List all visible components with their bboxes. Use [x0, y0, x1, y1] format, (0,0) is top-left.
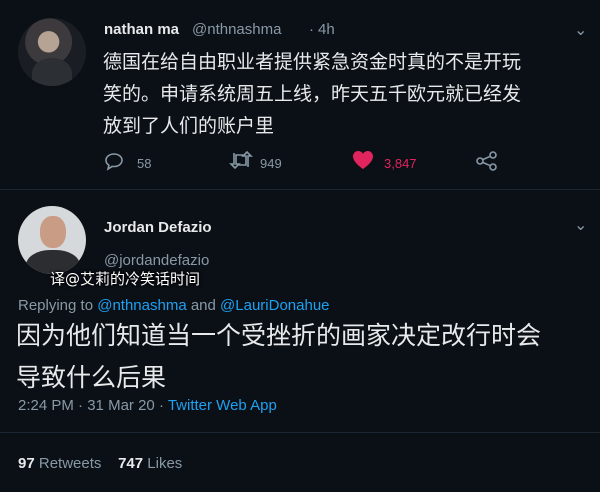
separator-dot: ·	[78, 397, 84, 414]
separator-dot: ·	[158, 397, 164, 414]
watermark-text: 译@艾莉的冷笑话时间	[50, 270, 201, 288]
mention-link[interactable]: @LauriDonahue	[220, 297, 329, 314]
tweet-stats: 97 Retweets 747 Likes	[18, 455, 182, 472]
avatar-face	[40, 216, 66, 248]
source-app-link[interactable]: Twitter Web App	[168, 397, 277, 414]
reply-count: 58	[137, 156, 152, 171]
avatar-jordan-defazio[interactable]	[18, 206, 86, 274]
tweet-text: 因为他们知道当一个受挫折的画家决定改行时会 导致什么后果	[16, 315, 591, 399]
tweet-text-line: 放到了人们的账户里	[103, 115, 275, 137]
reply-icon[interactable]	[104, 151, 124, 176]
author-handle[interactable]: @nthnashma	[192, 21, 281, 38]
tweet-text-line: 德国在给自由职业者提供紧急资金时真的不是开玩	[103, 51, 522, 73]
tweet-date[interactable]: 31 Mar 20	[87, 397, 155, 414]
divider	[0, 432, 600, 433]
chevron-down-icon[interactable]: ⌄	[574, 215, 587, 235]
like-count: 3,847	[384, 156, 417, 171]
heart-icon[interactable]	[352, 150, 374, 176]
tweet-meta: 2:24 PM · 31 Mar 20 · Twitter Web App	[18, 397, 277, 414]
chevron-down-icon[interactable]: ⌄	[574, 20, 587, 40]
and-text: and	[190, 297, 216, 314]
likes-label[interactable]: Likes	[147, 455, 182, 472]
retweets-count[interactable]: 97	[18, 455, 35, 472]
retweet-count: 949	[260, 156, 282, 171]
replying-to-line: Replying to @nthnashma and @LauriDonahue	[18, 297, 330, 314]
mention-link[interactable]: @nthnashma	[97, 297, 186, 314]
tweet-text-line: 导致什么后果	[16, 363, 167, 392]
tweet-time[interactable]: 2:24 PM	[18, 397, 74, 414]
tweet-text-line: 因为他们知道当一个受挫折的画家决定改行时会	[16, 321, 542, 350]
avatar-nathan-ma[interactable]	[18, 18, 86, 86]
retweet-icon[interactable]	[229, 150, 253, 175]
tweet-text-line: 笑的。申请系统周五上线，昨天五千欧元就已经发	[103, 83, 522, 105]
divider	[0, 189, 600, 190]
author-name[interactable]: Jordan Defazio	[104, 219, 212, 236]
author-handle[interactable]: @jordandefazio	[104, 252, 209, 269]
likes-count[interactable]: 747	[118, 455, 143, 472]
retweets-label[interactable]: Retweets	[39, 455, 102, 472]
separator-dot: ·	[309, 21, 314, 38]
tweet-time[interactable]: 4h	[318, 21, 335, 38]
share-icon[interactable]	[476, 151, 498, 176]
replying-prefix: Replying to	[18, 297, 94, 314]
author-name[interactable]: nathan ma	[104, 21, 179, 38]
tweet-text: 德国在给自由职业者提供紧急资金时真的不是开玩 笑的。申请系统周五上线，昨天五千欧…	[103, 46, 583, 142]
